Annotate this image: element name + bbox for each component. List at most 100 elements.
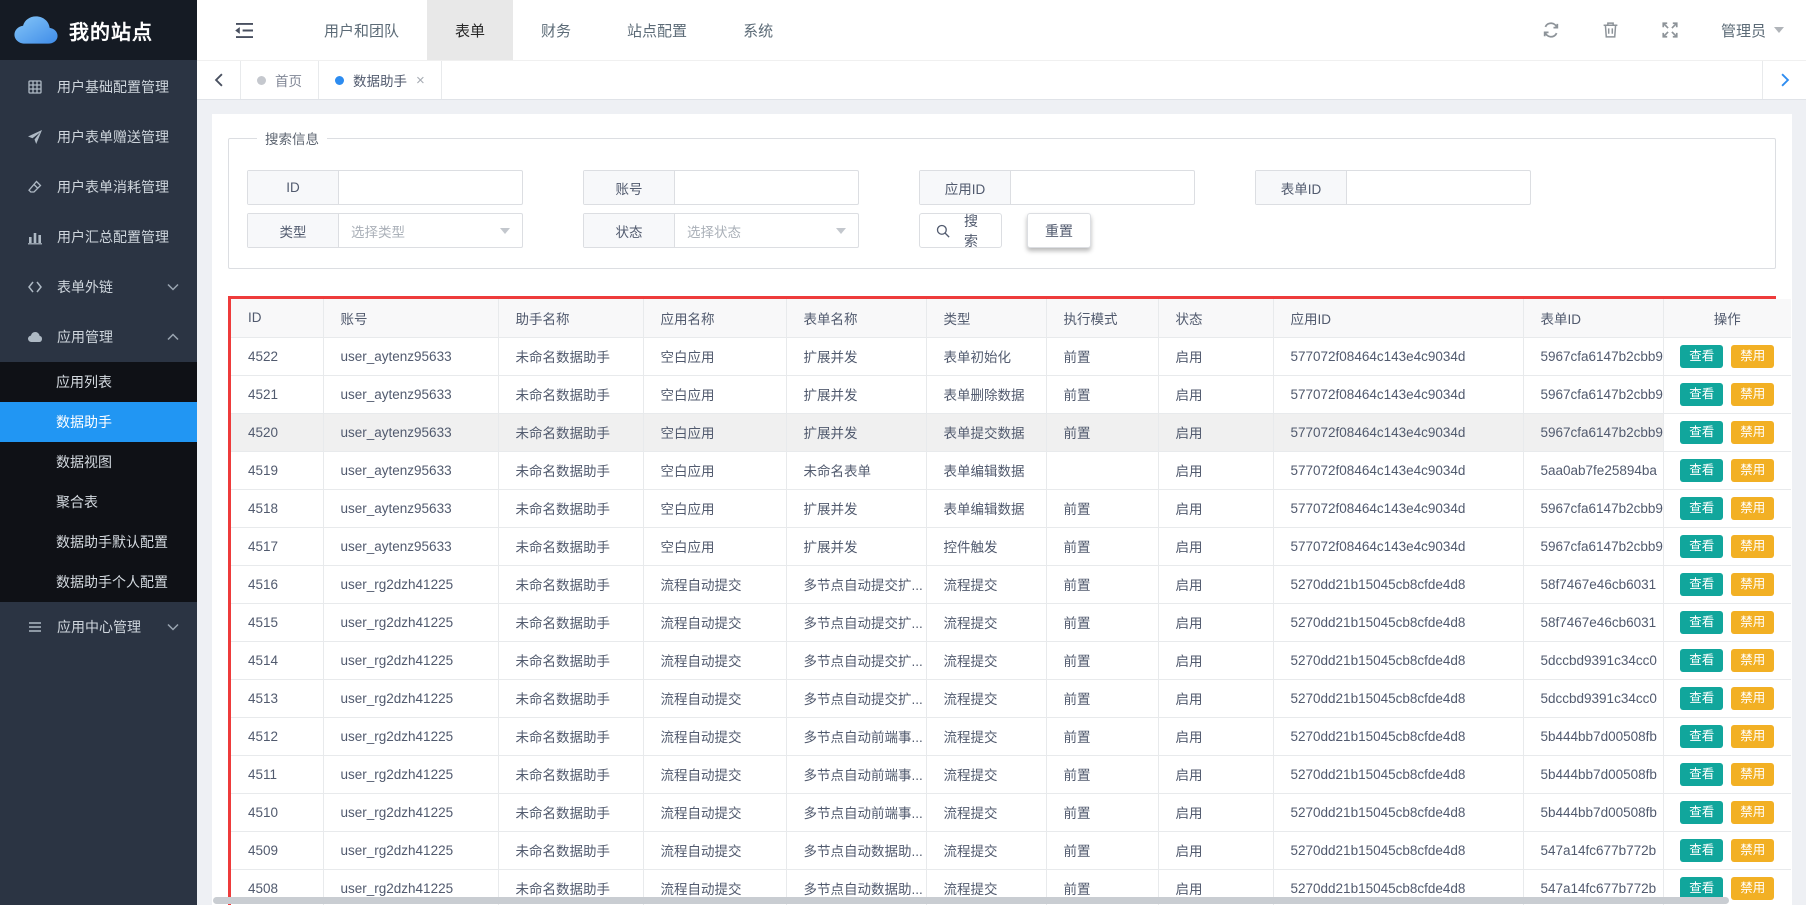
sidebar-item-user-summary-config[interactable]: 用户汇总配置管理: [0, 212, 197, 262]
view-button[interactable]: 查看: [1680, 573, 1723, 596]
disable-button[interactable]: 禁用: [1731, 383, 1774, 406]
cell-type: 流程提交: [926, 831, 1046, 869]
view-button[interactable]: 查看: [1680, 649, 1723, 672]
nav-tab-users-teams[interactable]: 用户和团队: [296, 0, 427, 60]
cell-appId: 5270dd21b15045cb8cfde4d8: [1273, 831, 1523, 869]
table-row: 4518user_aytenz95633未命名数据助手空白应用扩展并发表单编辑数…: [231, 489, 1791, 527]
table-row: 4521user_aytenz95633未命名数据助手空白应用扩展并发表单删除数…: [231, 375, 1791, 413]
cell-formId: 5967cfa6147b2cbb9: [1523, 489, 1663, 527]
horizontal-scrollbar-thumb[interactable]: [213, 897, 1729, 904]
view-button[interactable]: 查看: [1680, 725, 1723, 748]
view-button[interactable]: 查看: [1680, 763, 1723, 786]
sidebar-item-data-view[interactable]: 数据视图: [0, 442, 197, 482]
cell-actions: 查看禁用: [1663, 451, 1791, 489]
view-button[interactable]: 查看: [1680, 535, 1723, 558]
user-menu[interactable]: 管理员: [1721, 20, 1784, 41]
cell-form: 扩展并发: [786, 337, 926, 375]
view-button[interactable]: 查看: [1680, 497, 1723, 520]
sidebar-item-user-form-consume[interactable]: 用户表单消耗管理: [0, 162, 197, 212]
nav-tab-finance[interactable]: 财务: [513, 0, 599, 60]
sidebar-item-user-basic-config[interactable]: 用户基础配置管理: [0, 62, 197, 112]
disable-button[interactable]: 禁用: [1731, 839, 1774, 862]
cell-id: 4517: [231, 527, 323, 565]
sidebar-item-app-center-management[interactable]: 应用中心管理: [0, 602, 197, 652]
sidebar-item-user-form-gift[interactable]: 用户表单赠送管理: [0, 112, 197, 162]
table-header-cell: 执行模式: [1046, 299, 1158, 337]
form-id-input[interactable]: [1347, 171, 1530, 204]
disable-button[interactable]: 禁用: [1731, 649, 1774, 672]
disable-button[interactable]: 禁用: [1731, 725, 1774, 748]
cell-appId: 5270dd21b15045cb8cfde4d8: [1273, 565, 1523, 603]
tabbar-scroll-right-icon[interactable]: [1762, 61, 1806, 99]
cell-app: 空白应用: [643, 451, 786, 489]
sidebar-item-aggregate-table[interactable]: 聚合表: [0, 482, 197, 522]
disable-button[interactable]: 禁用: [1731, 421, 1774, 444]
page-tab-data-assistant[interactable]: 数据助手×: [319, 61, 442, 99]
type-select[interactable]: 选择类型: [339, 214, 522, 247]
reset-button[interactable]: 重置: [1027, 213, 1091, 248]
view-button[interactable]: 查看: [1680, 345, 1723, 368]
table-header-cell: 账号: [323, 299, 498, 337]
cell-formId: 547a14fc677b772b: [1523, 831, 1663, 869]
disable-button[interactable]: 禁用: [1731, 573, 1774, 596]
nav-tab-site-config[interactable]: 站点配置: [599, 0, 715, 60]
view-button[interactable]: 查看: [1680, 611, 1723, 634]
disable-button[interactable]: 禁用: [1731, 763, 1774, 786]
cell-id: 4511: [231, 755, 323, 793]
cell-mode: 前置: [1046, 565, 1158, 603]
cell-name: 未命名数据助手: [498, 375, 643, 413]
status-select-group: 状态选择状态: [583, 213, 859, 248]
disable-button[interactable]: 禁用: [1731, 535, 1774, 558]
trash-icon[interactable]: [1602, 21, 1619, 39]
view-button[interactable]: 查看: [1680, 801, 1723, 824]
cell-name: 未命名数据助手: [498, 603, 643, 641]
cell-type: 流程提交: [926, 793, 1046, 831]
fullscreen-icon[interactable]: [1661, 21, 1679, 39]
cell-appId: 5270dd21b15045cb8cfde4d8: [1273, 793, 1523, 831]
sidebar-item-data-assistant-default-config[interactable]: 数据助手默认配置: [0, 522, 197, 562]
status-select[interactable]: 选择状态: [675, 214, 858, 247]
id-input[interactable]: [339, 171, 522, 204]
disable-button[interactable]: 禁用: [1731, 687, 1774, 710]
tabbar-scroll-left-icon[interactable]: [197, 61, 241, 99]
app-id-input[interactable]: [1011, 171, 1194, 204]
nav-tab-system[interactable]: 系统: [715, 0, 801, 60]
disable-button[interactable]: 禁用: [1731, 497, 1774, 520]
form-id-field-label: 表单ID: [1256, 171, 1347, 204]
close-icon[interactable]: ×: [416, 73, 425, 88]
account-input[interactable]: [675, 171, 858, 204]
view-button[interactable]: 查看: [1680, 459, 1723, 482]
view-button[interactable]: 查看: [1680, 383, 1723, 406]
cell-formId: 5967cfa6147b2cbb9: [1523, 527, 1663, 565]
sidebar-item-data-assistant-personal-config[interactable]: 数据助手个人配置: [0, 562, 197, 602]
cloud-icon: [26, 328, 44, 346]
view-button[interactable]: 查看: [1680, 421, 1723, 444]
cloud-logo-icon: [13, 15, 59, 45]
table-row: 4514user_rg2dzh41225未命名数据助手流程自动提交多节点自动提交…: [231, 641, 1791, 679]
sidebar-item-form-external-link[interactable]: 表单外链: [0, 262, 197, 312]
search-button[interactable]: 搜 索: [919, 213, 1002, 248]
table-body: 4522user_aytenz95633未命名数据助手空白应用扩展并发表单初始化…: [231, 337, 1791, 905]
disable-button[interactable]: 禁用: [1731, 459, 1774, 482]
site-logo[interactable]: 我的站点: [0, 0, 197, 60]
nav-tab-forms[interactable]: 表单: [427, 0, 513, 60]
cell-form: 未命名表单: [786, 451, 926, 489]
view-button[interactable]: 查看: [1680, 839, 1723, 862]
sidebar-item-data-assistant[interactable]: 数据助手: [0, 402, 197, 442]
refresh-icon[interactable]: [1542, 21, 1560, 39]
menu-icon: [26, 618, 44, 636]
cell-actions: 查看禁用: [1663, 679, 1791, 717]
sidebar-item-app-list[interactable]: 应用列表: [0, 362, 197, 402]
disable-button[interactable]: 禁用: [1731, 801, 1774, 824]
disable-button[interactable]: 禁用: [1731, 611, 1774, 634]
table-header-cell: ID: [231, 299, 323, 337]
cell-id: 4513: [231, 679, 323, 717]
cell-status: 启用: [1158, 717, 1273, 755]
cell-app: 流程自动提交: [643, 793, 786, 831]
collapse-menu-icon[interactable]: [235, 22, 254, 39]
disable-button[interactable]: 禁用: [1731, 345, 1774, 368]
cell-id: 4522: [231, 337, 323, 375]
view-button[interactable]: 查看: [1680, 687, 1723, 710]
page-tab-home[interactable]: 首页: [241, 61, 319, 99]
sidebar-item-app-management[interactable]: 应用管理: [0, 312, 197, 362]
